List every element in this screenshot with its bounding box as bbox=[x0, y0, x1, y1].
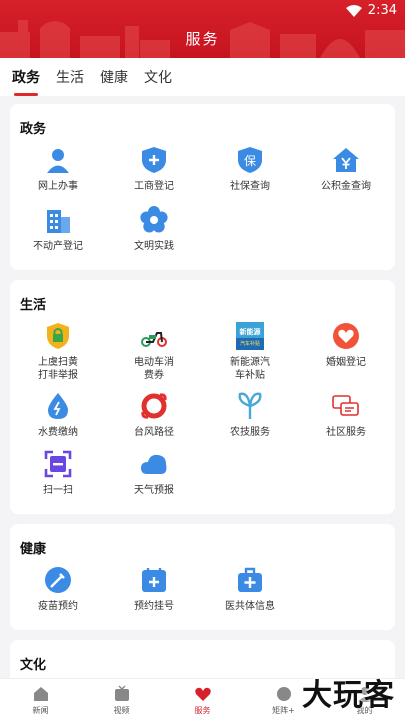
section-title: 政务 bbox=[20, 122, 47, 137]
syringe-icon bbox=[45, 567, 71, 593]
category-tabs: 政务 生活 健康 文化 bbox=[0, 58, 405, 96]
building-icon bbox=[47, 210, 70, 233]
house-yen-icon bbox=[333, 148, 359, 172]
app-header: 2:34 服务 bbox=[0, 0, 405, 58]
service-item[interactable]: 保 社保查询 bbox=[204, 146, 296, 193]
matrix-icon bbox=[276, 687, 291, 701]
tab-shenghuo[interactable]: 生活 bbox=[54, 67, 86, 87]
shield-plus-icon bbox=[142, 147, 166, 173]
chat-icon bbox=[332, 395, 359, 416]
section-title: 生活 bbox=[20, 298, 47, 313]
person-icon bbox=[47, 149, 69, 173]
service-item[interactable]: 天气预报 bbox=[108, 450, 200, 497]
tv-icon bbox=[114, 685, 129, 701]
flower-icon bbox=[140, 206, 168, 233]
service-item[interactable]: 台风路径 bbox=[108, 392, 200, 439]
lock-shield-icon bbox=[47, 323, 69, 349]
scan-icon bbox=[44, 450, 72, 478]
status-time: 2:34 bbox=[367, 3, 397, 18]
typhoon-icon bbox=[141, 393, 167, 419]
service-item[interactable]: 不动产登记 bbox=[12, 206, 104, 253]
service-item[interactable]: 婚姻登记 bbox=[300, 322, 392, 369]
shield-bao-icon: 保 bbox=[238, 147, 262, 173]
nav-service[interactable]: 服务 bbox=[162, 679, 243, 720]
nav-video[interactable]: 视频 bbox=[81, 679, 162, 720]
water-drop-icon bbox=[48, 393, 68, 419]
leaf-icon bbox=[238, 392, 262, 419]
section-card-zhengwu: 政务 网上办事 工商登记 保 社保查询 公积金查询 不动产登记 文明实践 bbox=[10, 104, 395, 270]
service-item[interactable]: 公积金查询 bbox=[300, 146, 392, 193]
svg-text:新能源: 新能源 bbox=[240, 327, 261, 336]
wifi-icon bbox=[345, 4, 362, 17]
service-item[interactable]: 电动车消 费券 bbox=[108, 322, 200, 382]
service-item[interactable]: 预约挂号 bbox=[108, 566, 200, 613]
tab-zhengwu[interactable]: 政务 bbox=[10, 67, 42, 96]
service-item[interactable]: 工商登记 bbox=[108, 146, 200, 193]
service-item[interactable]: 农技服务 bbox=[204, 392, 296, 439]
page-title: 服务 bbox=[185, 30, 220, 48]
medical-kit-icon bbox=[238, 567, 262, 592]
svg-text:汽车补贴: 汽车补贴 bbox=[240, 340, 260, 347]
calendar-plus-icon bbox=[142, 568, 166, 592]
nav-news[interactable]: 新闻 bbox=[0, 679, 81, 720]
heart-icon bbox=[333, 323, 359, 349]
service-item[interactable]: 扫一扫 bbox=[12, 450, 104, 497]
service-item[interactable]: 文明实践 bbox=[108, 206, 200, 253]
heart-hand-icon bbox=[194, 687, 211, 701]
tab-wenhua[interactable]: 文化 bbox=[142, 67, 174, 87]
service-item[interactable]: 疫苗预约 bbox=[12, 566, 104, 613]
service-item[interactable]: 上虞扫黄 打非举报 bbox=[12, 322, 104, 382]
section-card-jiankang: 健康 疫苗预约 预约挂号 医共体信息 bbox=[10, 524, 395, 630]
new-energy-banner-icon: 新能源汽车补贴 bbox=[236, 322, 264, 350]
cloud-icon bbox=[141, 454, 167, 474]
section-title: 文化 bbox=[20, 658, 47, 673]
status-bar: 2:34 bbox=[345, 3, 397, 18]
service-item[interactable]: 新能源 汽车补贴 新能源汽 车补贴 bbox=[204, 322, 296, 382]
service-item[interactable]: 网上办事 bbox=[12, 146, 104, 193]
service-item[interactable]: 水费缴纳 bbox=[12, 392, 104, 439]
service-item[interactable]: 社区服务 bbox=[300, 392, 392, 439]
tab-jiankang[interactable]: 健康 bbox=[98, 67, 130, 87]
home-icon bbox=[33, 687, 48, 701]
section-card-shenghuo: 生活 上虞扫黄 打非举报 电动车消 费券 新能源 汽车补贴 新能源汽 车补贴 婚姻登记 … bbox=[10, 280, 395, 514]
svg-text:保: 保 bbox=[244, 154, 256, 168]
watermark: 大玩客 bbox=[302, 678, 395, 713]
section-title: 健康 bbox=[20, 542, 47, 557]
scooter-icon bbox=[141, 332, 167, 347]
service-item[interactable]: 医共体信息 bbox=[204, 566, 296, 613]
